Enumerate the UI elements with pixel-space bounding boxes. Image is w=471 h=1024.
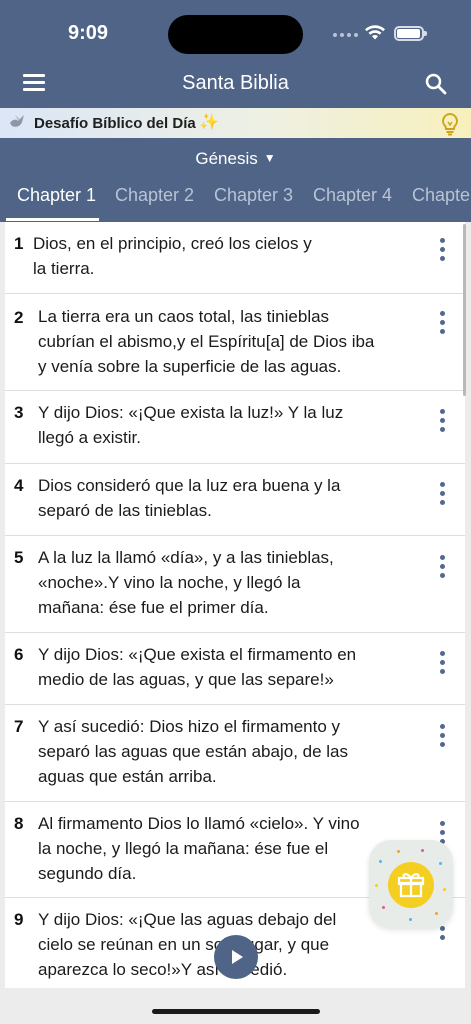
scrollbar[interactable] xyxy=(463,224,466,396)
challenge-label: Desafío Bíblico del Día xyxy=(34,115,196,132)
daily-challenge-banner[interactable]: Desafío Bíblico del Día ✨ xyxy=(0,108,471,138)
verse-number: 3 xyxy=(14,403,24,422)
verse-number: 9 xyxy=(14,910,24,929)
verse-row[interactable]: 3 Y dijo Dios: «¡Que exista la luz!» Y l… xyxy=(5,391,465,464)
wifi-icon xyxy=(365,25,385,40)
more-vertical-icon[interactable] xyxy=(438,238,446,262)
verse-number: 7 xyxy=(14,717,24,736)
verse-row[interactable]: 4 Dios consideró que la luz era buena y … xyxy=(5,464,465,536)
search-icon[interactable] xyxy=(424,72,448,96)
active-tab-indicator xyxy=(6,218,99,221)
verse-number: 5 xyxy=(14,548,24,567)
verse-number: 1 xyxy=(14,234,24,253)
verse-text: Y dijo Dios: «¡Que exista la luz!» Y la … xyxy=(38,403,344,447)
book-navigation: Génesis ▼ Chapter 1 Chapter 2 Chapter 3 C… xyxy=(0,138,471,222)
gift-button[interactable] xyxy=(369,840,453,928)
verse-number: 2 xyxy=(14,308,24,327)
chapter-tabs: Chapter 1 Chapter 2 Chapter 3 Chapter 4 … xyxy=(0,185,471,222)
more-vertical-icon[interactable] xyxy=(438,724,446,748)
more-vertical-icon[interactable] xyxy=(438,409,446,433)
verse-text: Dios, en el principio, creó los cielos y… xyxy=(33,234,312,278)
play-audio-button[interactable] xyxy=(214,935,258,979)
status-time: 9:09 xyxy=(68,22,109,44)
gift-icon xyxy=(388,862,434,908)
verse-row[interactable]: 6 Y dijo Dios: «¡Que exista el firmament… xyxy=(5,633,465,705)
book-name: Génesis xyxy=(195,149,258,168)
more-vertical-icon[interactable] xyxy=(438,651,446,675)
verse-row[interactable]: 7 Y así sucedió: Dios hizo el firmamento… xyxy=(5,705,465,802)
cellular-signal-icon xyxy=(333,33,358,37)
verse-number: 4 xyxy=(14,476,24,495)
verse-number: 6 xyxy=(14,645,24,664)
more-vertical-icon[interactable] xyxy=(438,482,446,506)
sparkle-icon: ✨ xyxy=(199,114,219,131)
more-vertical-icon[interactable] xyxy=(438,311,446,335)
tab-chapter-3[interactable]: Chapter 3 xyxy=(214,185,293,222)
verse-text: Dios consideró que la luz era buena y la… xyxy=(38,476,341,520)
play-icon xyxy=(232,950,243,964)
verse-text: Y así sucedió: Dios hizo el firmamento y… xyxy=(38,717,349,786)
dove-icon xyxy=(10,115,24,127)
home-indicator[interactable] xyxy=(152,1009,320,1014)
app-header: 9:09 Santa Biblia xyxy=(0,0,471,108)
tab-chapter-4[interactable]: Chapter 4 xyxy=(313,185,392,222)
tab-chapter-1[interactable]: Chapter 1 xyxy=(17,185,96,222)
app-title: Santa Biblia xyxy=(182,72,289,94)
verse-number: 8 xyxy=(14,814,24,833)
dropdown-caret-icon: ▼ xyxy=(263,151,276,165)
tab-chapter-5[interactable]: Chapter 5 xyxy=(412,185,471,222)
verse-text: La tierra era un caos total, las tiniebl… xyxy=(38,307,375,376)
book-selector[interactable]: Génesis ▼ xyxy=(0,149,471,169)
verse-text: Al firmamento Dios lo llamó «cielo». Y v… xyxy=(38,814,360,883)
more-vertical-icon[interactable] xyxy=(438,555,446,579)
verse-row[interactable]: 5 A la luz la llamó «día», y a las tinie… xyxy=(5,536,465,633)
verse-text: A la luz la llamó «día», y a las tiniebl… xyxy=(38,548,334,617)
verse-row[interactable]: 1 Dios, en el principio, creó los cielos… xyxy=(5,222,465,294)
lightbulb-icon[interactable] xyxy=(440,112,460,136)
tab-chapter-2[interactable]: Chapter 2 xyxy=(115,185,194,222)
dynamic-island xyxy=(168,15,303,54)
verse-text: Y dijo Dios: «¡Que exista el firmamento … xyxy=(38,645,357,689)
battery-icon xyxy=(394,26,427,41)
verse-row[interactable]: 2 La tierra era un caos total, las tinie… xyxy=(5,294,465,391)
